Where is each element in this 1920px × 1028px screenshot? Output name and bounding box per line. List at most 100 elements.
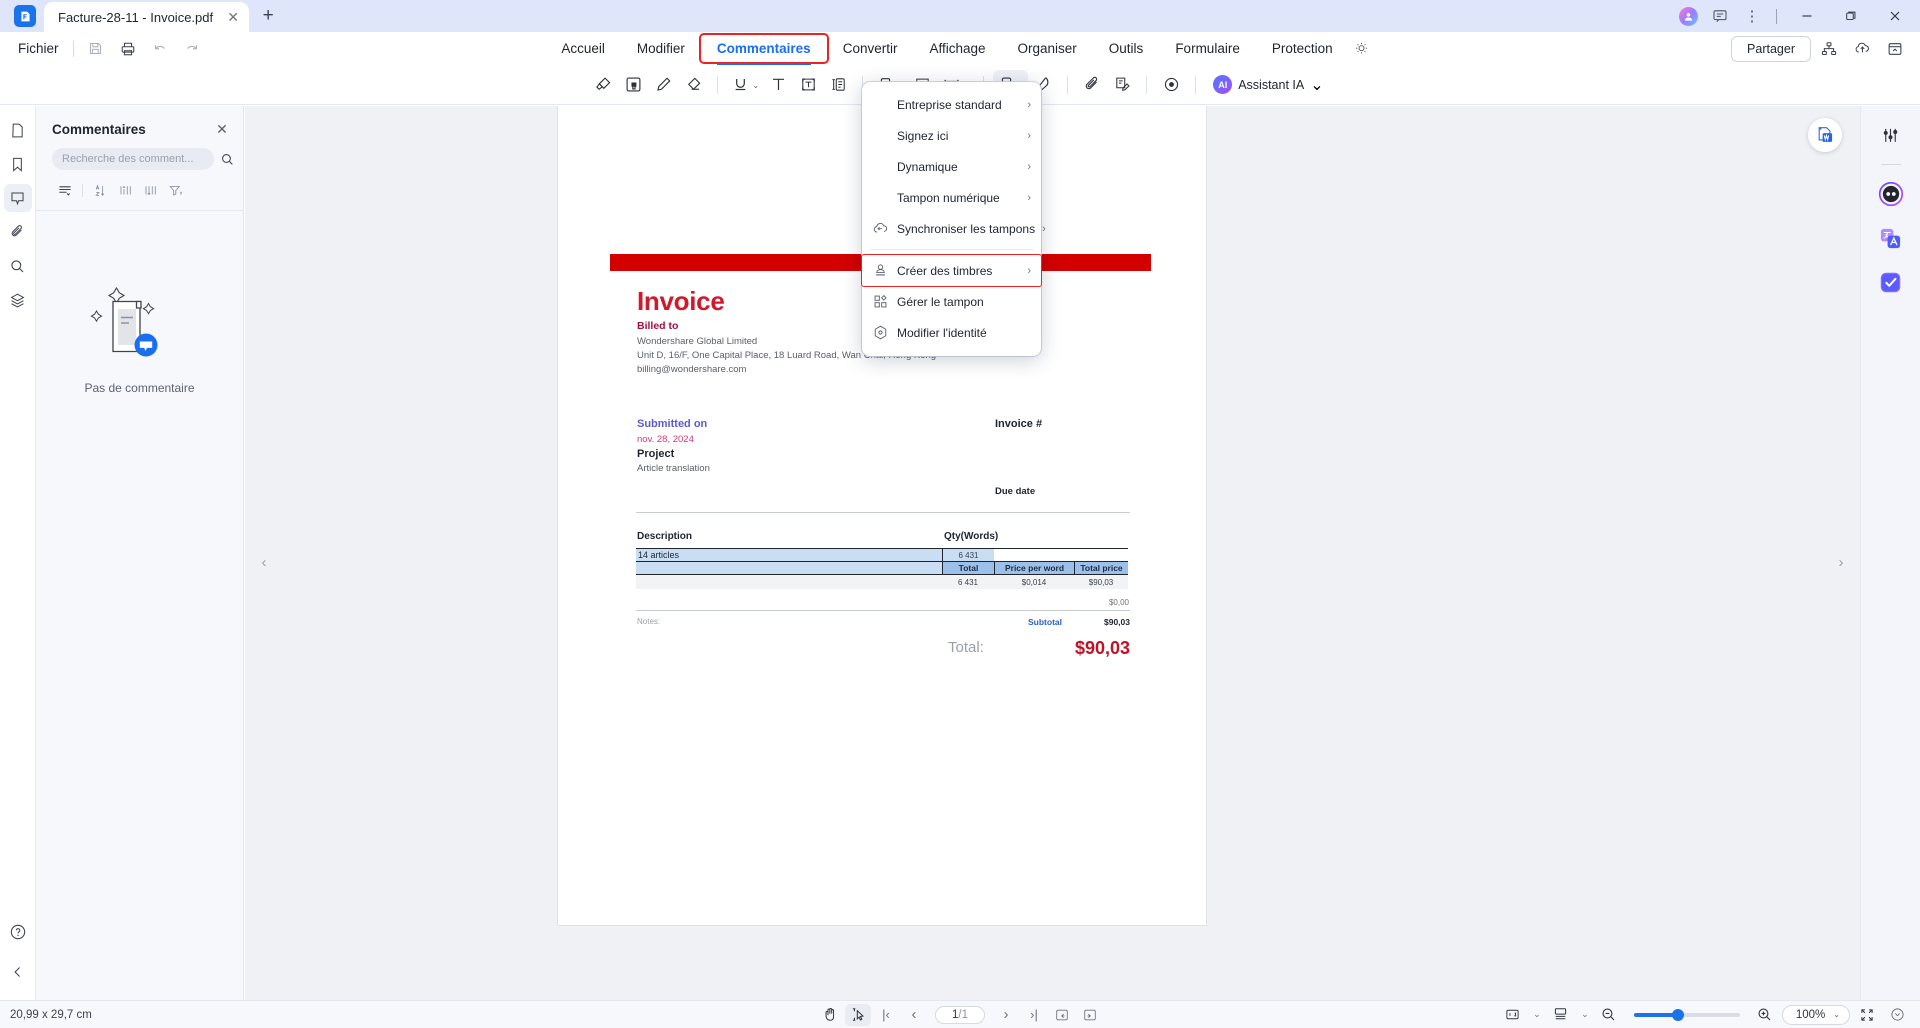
titlebar-right-controls: ⋮	[1673, 0, 1920, 32]
zoom-slider[interactable]	[1633, 1008, 1740, 1021]
pencil-tool[interactable]	[648, 70, 678, 100]
menu-bar: Fichier Accueil Modifier Commentaires Co…	[0, 32, 1920, 65]
menu-item-creer-des-timbres[interactable]: Créer des timbres ›	[861, 254, 1042, 287]
highlight-tool[interactable]	[588, 70, 618, 100]
tab-affichage[interactable]: Affichage	[913, 35, 1001, 62]
tab-convertir[interactable]: Convertir	[827, 35, 914, 62]
table-header-description: Description	[637, 531, 693, 542]
menu-item-synchroniser-les-tampons[interactable]: Synchroniser les tampons ›	[862, 213, 1046, 244]
bookmarks-icon[interactable]	[4, 150, 32, 178]
sort-ascending-icon[interactable]	[113, 180, 138, 200]
chevron-down-icon[interactable]: ⌄	[752, 82, 759, 90]
properties-panel-icon[interactable]	[1876, 120, 1906, 150]
text-box-tool[interactable]	[793, 70, 823, 100]
menu-item-tampon-numerique[interactable]: Tampon numérique ›	[862, 182, 1041, 213]
ai-assistant-button[interactable]: AI Assistant IA ⌄	[1205, 71, 1331, 99]
tab-commentaires[interactable]: Commentaires	[698, 33, 829, 65]
select-tool-icon[interactable]	[845, 1003, 871, 1026]
status-center-controls: |‹ ‹ 1/1 › ›|	[0, 1003, 1920, 1026]
underline-tool[interactable]: ⌄	[727, 70, 763, 100]
blank-icon	[870, 95, 890, 115]
ai-chatbot-icon[interactable]	[1876, 179, 1906, 209]
review-tool[interactable]	[1107, 70, 1137, 100]
collapse-panel-icon[interactable]	[4, 958, 32, 986]
tab-outils[interactable]: Outils	[1093, 35, 1160, 62]
more-options-icon[interactable]: ⋮	[1737, 2, 1767, 30]
view-comments-tool[interactable]	[1156, 70, 1186, 100]
close-tab-icon[interactable]: ✕	[223, 7, 243, 27]
previous-page-icon[interactable]: ‹	[901, 1004, 927, 1026]
comments-panel-icon[interactable]	[3, 184, 32, 212]
first-page-icon[interactable]: |‹	[873, 1004, 899, 1026]
document-viewport[interactable]: ‹ › Invoice Billed to Wondershare Global…	[245, 106, 1860, 1000]
stamp-dropdown-menu[interactable]: Entreprise standard › Signez ici › Dynam…	[861, 82, 1046, 356]
close-panel-icon[interactable]: ✕	[213, 120, 231, 138]
translate-icon[interactable]	[1876, 223, 1906, 253]
toolbar-divider-6	[1195, 75, 1197, 94]
right-rail	[1860, 106, 1920, 1000]
tab-formulaire-label: Formulaire	[1175, 41, 1240, 56]
text-tool[interactable]	[763, 70, 793, 100]
page-number-box[interactable]: 1/1	[935, 1005, 985, 1024]
callout-tool[interactable]	[823, 70, 853, 100]
tab-modifier-label: Modifier	[636, 41, 685, 56]
maximize-button[interactable]	[1830, 0, 1872, 32]
menu-item-dynamique[interactable]: Dynamique ›	[862, 151, 1041, 182]
tab-formulaire[interactable]: Formulaire	[1159, 35, 1256, 62]
search-icon[interactable]	[220, 151, 235, 167]
hand-tool-icon[interactable]	[817, 1004, 843, 1026]
attachment-tool[interactable]	[1077, 70, 1107, 100]
cell-description: 14 articles	[636, 549, 942, 561]
subtotal-label: Subtotal	[1028, 617, 1062, 627]
feedback-icon[interactable]	[1705, 2, 1735, 30]
eraser-tool[interactable]	[678, 70, 708, 100]
account-avatar[interactable]	[1673, 2, 1703, 30]
next-view-icon[interactable]	[1077, 1004, 1103, 1026]
right-rail-divider	[1880, 164, 1901, 165]
subheader-total-price: Total price	[1074, 562, 1128, 574]
chevron-down-icon[interactable]: ⌄	[1310, 75, 1323, 95]
prev-page-arrow[interactable]: ‹	[255, 553, 273, 571]
thumbnails-icon[interactable]	[4, 116, 32, 144]
tab-protection[interactable]: Protection	[1256, 35, 1349, 62]
next-page-arrow[interactable]: ›	[1832, 553, 1850, 571]
list-view-icon[interactable]	[52, 180, 77, 200]
sort-az-icon[interactable]	[88, 180, 113, 200]
tab-organiser-label: Organiser	[1017, 41, 1077, 56]
new-tab-icon[interactable]: +	[253, 1, 283, 31]
close-window-button[interactable]	[1874, 0, 1916, 32]
area-highlight-tool[interactable]	[618, 70, 648, 100]
layers-icon[interactable]	[4, 286, 32, 314]
chevron-right-icon: ›	[1027, 160, 1031, 173]
chatbot-icon	[1878, 181, 1903, 207]
proofread-icon[interactable]	[1876, 267, 1906, 297]
zoom-slider-knob[interactable]	[1671, 1008, 1684, 1021]
tab-protection-label: Protection	[1271, 41, 1333, 56]
next-page-icon[interactable]: ›	[993, 1004, 1019, 1026]
filter-icon[interactable]	[163, 180, 188, 200]
last-page-icon[interactable]: ›|	[1021, 1004, 1047, 1026]
menu-item-label: Dynamique	[897, 159, 958, 174]
search-panel-icon[interactable]	[4, 252, 32, 280]
blank-icon	[870, 188, 890, 208]
tab-modifier[interactable]: Modifier	[621, 35, 701, 62]
menu-item-gerer-le-tampon[interactable]: Gérer le tampon	[862, 286, 1041, 317]
attachments-icon[interactable]	[4, 218, 32, 246]
help-icon[interactable]	[4, 918, 32, 946]
document-tab[interactable]: Facture-28-11 - Invoice.pdf ✕	[44, 2, 250, 32]
sort-descending-icon[interactable]	[138, 180, 163, 200]
minimize-button[interactable]	[1786, 0, 1828, 32]
menu-item-signez-ici[interactable]: Signez ici ›	[862, 120, 1041, 151]
tab-accueil[interactable]: Accueil	[545, 35, 621, 62]
word-icon	[1818, 127, 1833, 142]
word-export-badge[interactable]	[1808, 118, 1842, 152]
theme-toggle-icon[interactable]	[1349, 36, 1375, 62]
menu-item-modifier-identite[interactable]: Modifier l'identité	[862, 317, 1041, 348]
previous-view-icon[interactable]	[1049, 1004, 1075, 1026]
toolbar-divider-5	[1146, 75, 1148, 94]
menu-item-entreprise-standard[interactable]: Entreprise standard ›	[862, 89, 1041, 120]
search-input[interactable]	[52, 148, 214, 170]
billed-to-label: Billed to	[637, 320, 679, 332]
tab-organiser[interactable]: Organiser	[1002, 35, 1093, 62]
blank-icon	[870, 126, 890, 146]
